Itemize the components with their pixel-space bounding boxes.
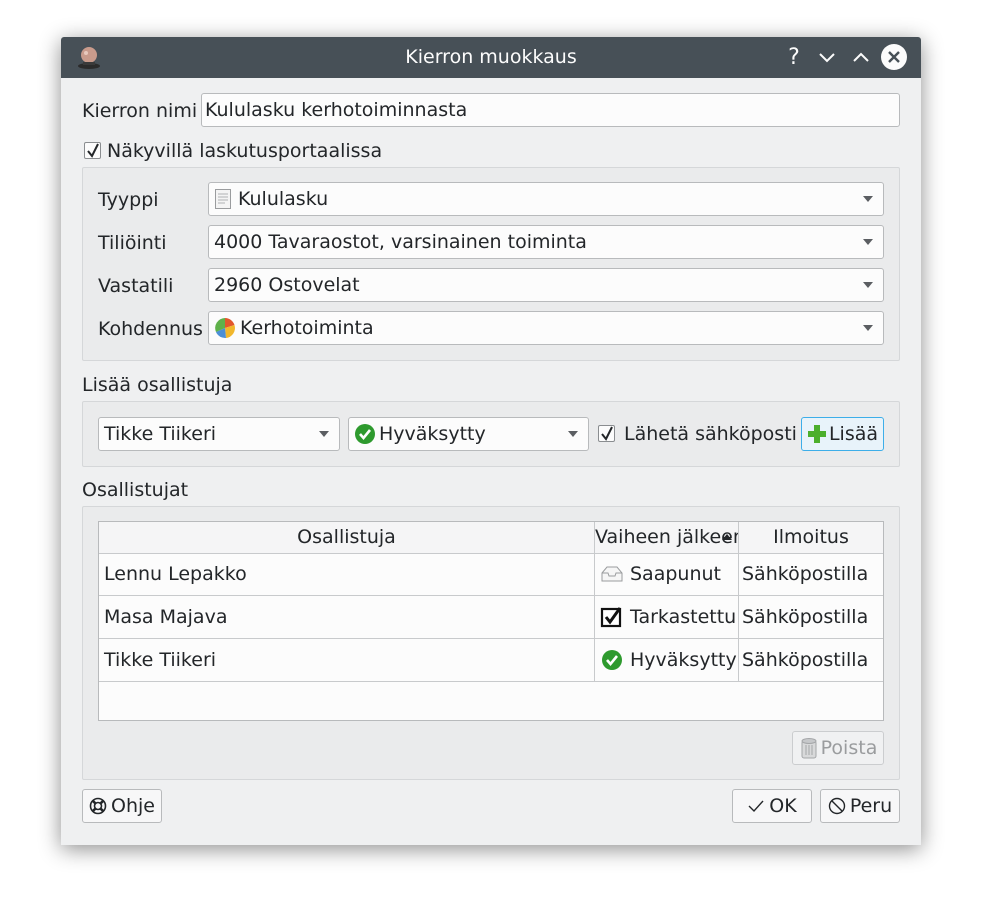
table-row[interactable]: Tikke Tiikeri Hyväksytty Sähköpostilla — [99, 639, 883, 682]
lifebuoy-icon — [89, 797, 107, 815]
maximize-icon[interactable] — [847, 43, 875, 71]
close-icon[interactable] — [880, 43, 908, 71]
account-label: Tiliöinti — [98, 232, 167, 254]
status-combo-value: Hyväksytty — [379, 423, 486, 445]
cell-notify: Sähköpostilla — [742, 649, 869, 671]
sort-ascending-icon — [722, 534, 732, 540]
column-header-participant[interactable]: Osallistuja — [99, 522, 595, 553]
chevron-down-icon — [863, 325, 873, 331]
cell-stage: Tarkastettu — [595, 596, 739, 638]
add-participant-heading: Lisää osallistuja — [82, 374, 233, 396]
type-combo-value: Kululasku — [238, 188, 329, 210]
approved-icon — [602, 650, 622, 670]
help-icon[interactable]: ? — [780, 43, 808, 71]
cell-participant: Masa Majava — [99, 596, 595, 638]
chevron-down-icon — [568, 431, 578, 437]
title-bar: Kierron muokkaus ? — [61, 37, 921, 78]
column-header-stage-label: Vaiheen jälkeen — [595, 526, 739, 548]
cell-stage: Saapunut — [595, 553, 739, 595]
minimize-icon[interactable] — [813, 43, 841, 71]
ok-button[interactable]: OK — [732, 789, 812, 823]
cell-notify: Sähköpostilla — [742, 606, 869, 628]
account-combo-value: 4000 Tavaraostot, varsinainen toiminta — [214, 231, 587, 253]
type-label: Tyyppi — [98, 189, 159, 211]
send-email-label[interactable]: Lähetä sähköposti — [624, 422, 797, 446]
remove-button-label: Poista — [820, 737, 878, 759]
allocation-combo[interactable]: Kerhotoiminta — [208, 311, 884, 345]
plus-icon — [807, 425, 826, 443]
counter-account-combo[interactable]: 2960 Ostovelat — [208, 268, 884, 302]
column-header-stage[interactable]: Vaiheen jälkeen — [595, 522, 739, 553]
send-email-checkbox[interactable] — [598, 425, 615, 442]
column-header-notify[interactable]: Ilmoitus — [739, 522, 883, 553]
pie-chart-icon — [215, 318, 235, 339]
remove-button[interactable]: Poista — [792, 731, 884, 765]
cancel-button[interactable]: Peru — [820, 789, 900, 823]
trash-icon — [801, 738, 817, 759]
cell-stage-label: Tarkastettu — [630, 606, 737, 628]
type-combo[interactable]: Kululasku — [208, 182, 884, 216]
help-button[interactable]: Ohje — [82, 789, 162, 823]
ok-button-label: OK — [769, 795, 797, 817]
status-combo[interactable]: Hyväksytty — [348, 417, 589, 451]
chevron-down-icon — [319, 431, 329, 437]
allocation-combo-value: Kerhotoiminta — [240, 317, 374, 339]
counter-account-label: Vastatili — [98, 275, 174, 297]
participant-combo[interactable]: Tikke Tiikeri — [98, 417, 340, 451]
cell-stage: Hyväksytty — [595, 639, 739, 681]
portal-checkbox[interactable] — [84, 142, 101, 159]
account-combo[interactable]: 4000 Tavaraostot, varsinainen toiminta — [208, 225, 884, 259]
cancel-button-label: Peru — [849, 795, 893, 817]
cell-stage-label: Hyväksytty — [630, 649, 737, 671]
help-button-label: Ohje — [111, 795, 155, 817]
document-icon — [215, 189, 231, 209]
cell-notify: Sähköpostilla — [742, 563, 869, 585]
allocation-label: Kohdennus — [98, 318, 203, 340]
table-header: Osallistuja Vaiheen jälkeen Ilmoitus — [99, 522, 883, 554]
name-input[interactable]: Kululasku kerhotoiminnasta — [201, 93, 900, 127]
chevron-down-icon — [863, 196, 873, 202]
cell-stage-label: Saapunut — [630, 563, 721, 585]
participants-heading: Osallistujat — [82, 479, 189, 501]
participant-combo-value: Tikke Tiikeri — [104, 423, 217, 445]
cell-participant: Lennu Lepakko — [99, 553, 595, 595]
add-button[interactable]: Lisää — [801, 417, 884, 451]
table-row[interactable]: Lennu Lepakko Saapunut Sähköpostilla — [99, 553, 883, 596]
cancel-icon — [828, 797, 846, 815]
table-row[interactable]: Masa Majava Tarkastettu Sähköpostilla — [99, 596, 883, 639]
cell-participant: Tikke Tiikeri — [99, 639, 595, 681]
approved-icon — [355, 424, 375, 444]
participants-table: Osallistuja Vaiheen jälkeen Ilmoitus Len… — [98, 521, 884, 721]
checked-box-icon — [600, 607, 622, 628]
checkmark-icon — [748, 800, 764, 813]
dialog-window: Kierron muokkaus ? Kierron nimi Kululask… — [61, 37, 921, 845]
portal-checkbox-label[interactable]: Näkyvillä laskutusportaalissa — [107, 139, 382, 163]
add-button-label: Lisää — [828, 423, 879, 445]
chevron-down-icon — [863, 282, 873, 288]
name-label: Kierron nimi — [82, 100, 198, 122]
inbox-icon — [601, 566, 623, 582]
chevron-down-icon — [863, 239, 873, 245]
counter-account-combo-value: 2960 Ostovelat — [214, 274, 360, 296]
